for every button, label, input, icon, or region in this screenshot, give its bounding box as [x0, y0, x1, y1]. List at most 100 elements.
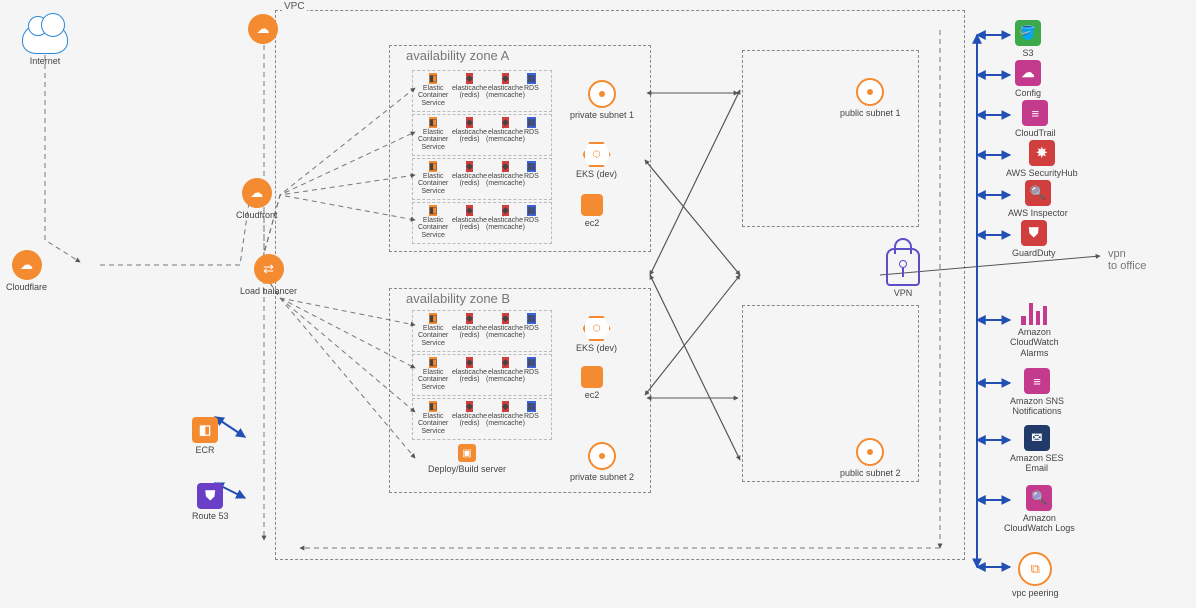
subnet-icon	[588, 442, 616, 470]
ecs-icon: ◧	[429, 73, 438, 84]
public-subnet-2-node: public subnet 2	[840, 438, 901, 478]
internet-label: Internet	[30, 56, 61, 66]
redis-cell: ◆ elasticache (redis)	[452, 73, 487, 100]
eks-a-label: EKS (dev)	[576, 169, 617, 179]
cloudflare-label: Cloudflare	[6, 282, 47, 292]
rds-icon: ▦	[527, 205, 536, 216]
rds-icon: ▦	[527, 73, 536, 84]
memcache-icon: ◆	[502, 313, 509, 324]
cloudflare-icon: ☁	[12, 250, 42, 280]
sns-node: ≡ Amazon SNS Notifications	[1010, 368, 1064, 417]
private-subnet-2-node: private subnet 2	[570, 442, 634, 482]
lb-label: Load balancer	[240, 286, 297, 296]
memcache-icon: ◆	[502, 117, 509, 128]
rds-cell: ▦ RDS	[524, 161, 539, 180]
eks-dev-a-node: ⬡ EKS (dev)	[576, 142, 617, 179]
ec2-a-node: ec2	[581, 194, 603, 228]
memcache-cell: ◆ elasticache (memcache)	[486, 73, 525, 100]
redis-icon: ◆	[466, 357, 473, 368]
sns-label: Amazon SNS Notifications	[1010, 396, 1064, 417]
memcache-icon: ◆	[502, 73, 509, 84]
lock-icon	[886, 248, 920, 286]
rds-icon: ▦	[527, 313, 536, 324]
az-b-label: availability zone B	[406, 291, 510, 306]
rds-icon: ▦	[527, 117, 536, 128]
ecs-cell: ◧ Elastic Container Service	[418, 357, 448, 391]
s3-label: S3	[1022, 48, 1033, 58]
cw-logs-icon: 🔍	[1026, 485, 1052, 511]
subnet-icon	[588, 80, 616, 108]
deploy-build-node: ▣ Deploy/Build server	[428, 444, 506, 474]
rds-cell: ▦ RDS	[524, 313, 539, 332]
redis-icon: ◆	[466, 313, 473, 324]
rds-icon: ▦	[527, 401, 536, 412]
eks-b-label: EKS (dev)	[576, 343, 617, 353]
vpc-peering-label: vpc peering	[1012, 588, 1059, 598]
ecr-icon: ◧	[192, 417, 218, 443]
route53-node: ⛊ Route 53	[192, 483, 229, 521]
internet-node: Internet	[22, 24, 68, 66]
ecs-cell: ◧ Elastic Container Service	[418, 313, 448, 347]
s3-node: 🪣 S3	[1015, 20, 1041, 58]
rds-cell: ▦ RDS	[524, 357, 539, 376]
vpc-gateway-node: ☁	[248, 14, 278, 44]
redis-cell: ◆ elasticache (redis)	[452, 117, 487, 144]
eks-icon: ⬡	[583, 142, 611, 167]
vpc-label: VPC	[282, 1, 307, 12]
rds-cell: ▦ RDS	[524, 401, 539, 420]
redis-icon: ◆	[466, 73, 473, 84]
vpn-node: VPN	[886, 248, 920, 298]
redis-cell: ◆ elasticache (redis)	[452, 401, 487, 428]
cw-alarms-label: Amazon CloudWatch Alarms	[1010, 327, 1059, 358]
ec2-a-label: ec2	[585, 218, 600, 228]
ecs-cell: ◧ Elastic Container Service	[418, 117, 448, 151]
cw-alarms-node: Amazon CloudWatch Alarms	[1010, 303, 1059, 358]
redis-cell: ◆ elasticache (redis)	[452, 161, 487, 188]
rds-cell: ▦ RDS	[524, 117, 539, 136]
ses-node: ✉ Amazon SES Email	[1010, 425, 1064, 474]
ecr-node: ◧ ECR	[192, 417, 218, 455]
private-subnet-1-label: private subnet 1	[570, 110, 634, 120]
cloudtrail-label: CloudTrail	[1015, 128, 1056, 138]
memcache-icon: ◆	[502, 357, 509, 368]
inspector-icon: 🔍	[1025, 180, 1051, 206]
public-subnet-1-label: public subnet 1	[840, 108, 901, 118]
ecs-icon: ◧	[429, 313, 438, 324]
guardduty-node: ⛊ GuardDuty	[1012, 220, 1056, 258]
ecs-cell: ◧ Elastic Container Service	[418, 205, 448, 239]
public-subnet-1-box	[742, 50, 919, 227]
ecs-icon: ◧	[429, 401, 438, 412]
redis-icon: ◆	[466, 117, 473, 128]
memcache-cell: ◆ elasticache (memcache)	[486, 205, 525, 232]
ecs-icon: ◧	[429, 357, 438, 368]
securityhub-label: AWS SecurityHub	[1006, 168, 1078, 178]
az-a-label: availability zone A	[406, 48, 509, 63]
inspector-node: 🔍 AWS Inspector	[1008, 180, 1068, 218]
redis-icon: ◆	[466, 161, 473, 172]
ec2-icon	[581, 366, 603, 388]
deploy-build-label: Deploy/Build server	[428, 464, 506, 474]
memcache-cell: ◆ elasticache (memcache)	[486, 117, 525, 144]
config-node: ☁ Config	[1015, 60, 1041, 98]
cw-logs-label: Amazon CloudWatch Logs	[1004, 513, 1075, 534]
ecs-icon: ◧	[429, 117, 438, 128]
subnet-icon	[856, 78, 884, 106]
ses-icon: ✉	[1024, 425, 1050, 451]
cloud-icon	[22, 24, 68, 54]
memcache-cell: ◆ elasticache (memcache)	[486, 161, 525, 188]
ses-label: Amazon SES Email	[1010, 453, 1064, 474]
ecs-icon: ◧	[429, 205, 438, 216]
ec2-b-node: ec2	[581, 366, 603, 400]
ecs-cell: ◧ Elastic Container Service	[418, 73, 448, 107]
cloudfront-node: ☁ Cloudfront	[236, 178, 278, 220]
cloudtrail-node: ≡ CloudTrail	[1015, 100, 1056, 138]
eks-icon: ⬡	[583, 316, 611, 341]
rds-cell: ▦ RDS	[524, 73, 539, 92]
private-subnet-2-label: private subnet 2	[570, 472, 634, 482]
vpc-peering-icon: ⧉	[1018, 552, 1052, 586]
securityhub-node: ✵ AWS SecurityHub	[1006, 140, 1078, 178]
cloudfront-icon: ☁	[242, 178, 272, 208]
ec2-b-label: ec2	[585, 390, 600, 400]
memcache-cell: ◆ elasticache (memcache)	[486, 357, 525, 384]
ecs-cell: ◧ Elastic Container Service	[418, 401, 448, 435]
